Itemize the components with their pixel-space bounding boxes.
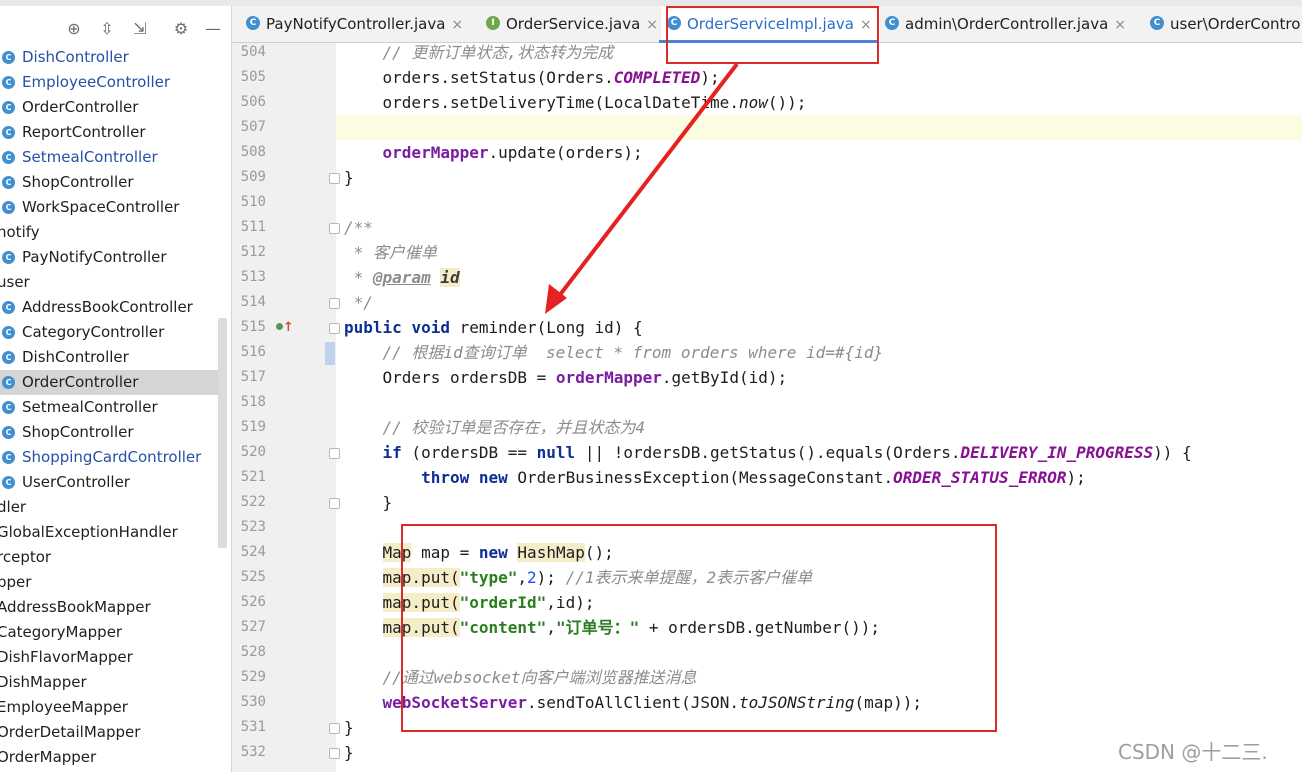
arrow-shaft <box>554 62 739 302</box>
csdn-watermark: CSDN @十二三. <box>1118 740 1268 764</box>
annotation-arrow <box>545 62 739 314</box>
